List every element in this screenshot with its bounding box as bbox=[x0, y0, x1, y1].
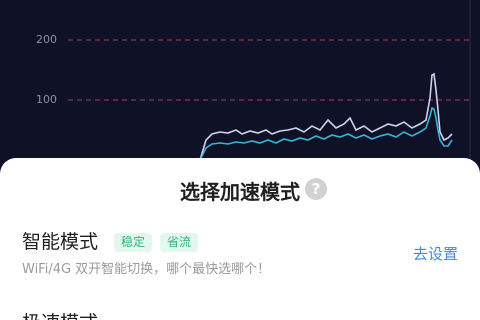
y-tick-100: 100 bbox=[36, 93, 57, 106]
mode-description: WiFi/4G 双开智能切换，哪个最快选哪个！ bbox=[22, 262, 271, 277]
mode-name: 智能模式 bbox=[22, 231, 99, 253]
series-line-2 bbox=[199, 106, 453, 161]
tag-save-data: 省流 bbox=[160, 233, 199, 252]
go-settings-link[interactable]: 去设置 bbox=[413, 243, 458, 264]
latency-chart-svg bbox=[0, 0, 480, 161]
series-line-1 bbox=[199, 72, 453, 161]
sheet-title: 选择加速模式 bbox=[180, 180, 300, 204]
mode-item-smart[interactable]: 智能模式 稳定 省流 去设置 bbox=[22, 229, 460, 263]
y-tick-200: 200 bbox=[36, 33, 57, 46]
question-circle-icon[interactable]: ? bbox=[305, 178, 327, 200]
tag-stable: 稳定 bbox=[114, 233, 153, 252]
latency-chart: 200 100 bbox=[0, 0, 480, 175]
mode-item-next[interactable]: 极速模式 bbox=[22, 310, 98, 320]
acceleration-mode-sheet: 选择加速模式 ? 智能模式 稳定 省流 去设置 WiFi/4G 双开智能切换，哪… bbox=[0, 158, 480, 320]
